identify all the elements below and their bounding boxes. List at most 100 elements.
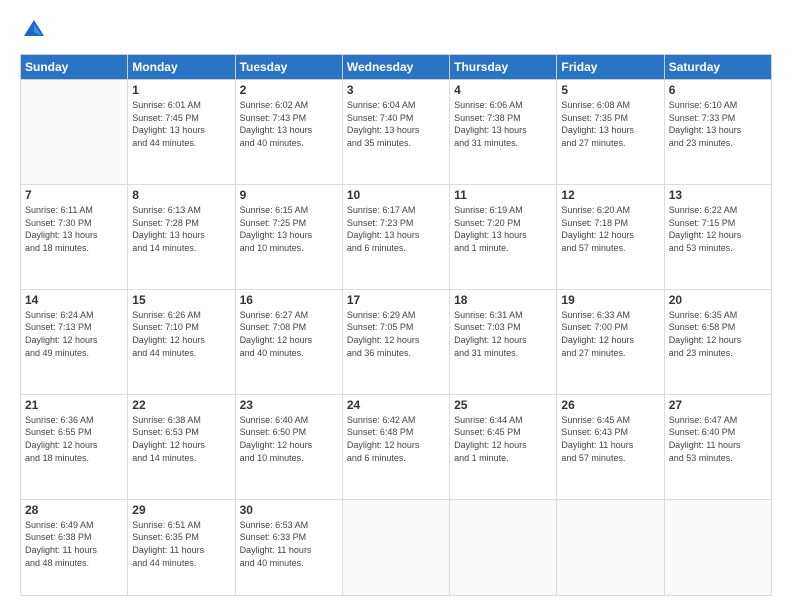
calendar-week-row: 14Sunrise: 6:24 AMSunset: 7:13 PMDayligh…	[21, 289, 772, 394]
day-info: Sunrise: 6:27 AMSunset: 7:08 PMDaylight:…	[240, 309, 338, 359]
calendar-cell: 9 Sunrise: 6:15 AMSunset: 7:25 PMDaylight…	[235, 184, 342, 289]
calendar-cell: 18 Sunrise: 6:31 AMSunset: 7:03 PMDayligh…	[450, 289, 557, 394]
calendar-table: SundayMondayTuesdayWednesdayThursdayFrid…	[20, 54, 772, 596]
day-info: Sunrise: 6:11 AMSunset: 7:30 PMDaylight:…	[25, 204, 123, 254]
col-header-monday: Monday	[128, 55, 235, 80]
day-info: Sunrise: 6:20 AMSunset: 7:18 PMDaylight:…	[561, 204, 659, 254]
day-number: 21	[25, 398, 123, 412]
day-number: 15	[132, 293, 230, 307]
day-info: Sunrise: 6:45 AMSunset: 6:43 PMDaylight:…	[561, 414, 659, 464]
calendar-cell: 2 Sunrise: 6:02 AMSunset: 7:43 PMDaylight…	[235, 80, 342, 185]
day-number: 11	[454, 188, 552, 202]
calendar-cell: 27 Sunrise: 6:47 AMSunset: 6:40 PMDayligh…	[664, 394, 771, 499]
day-info: Sunrise: 6:10 AMSunset: 7:33 PMDaylight:…	[669, 99, 767, 149]
day-number: 23	[240, 398, 338, 412]
calendar-cell: 23 Sunrise: 6:40 AMSunset: 6:50 PMDayligh…	[235, 394, 342, 499]
day-info: Sunrise: 6:02 AMSunset: 7:43 PMDaylight:…	[240, 99, 338, 149]
day-number: 2	[240, 83, 338, 97]
calendar-cell: 24 Sunrise: 6:42 AMSunset: 6:48 PMDayligh…	[342, 394, 449, 499]
calendar-cell: 12 Sunrise: 6:20 AMSunset: 7:18 PMDayligh…	[557, 184, 664, 289]
calendar-cell	[21, 80, 128, 185]
day-number: 20	[669, 293, 767, 307]
day-number: 18	[454, 293, 552, 307]
day-number: 14	[25, 293, 123, 307]
calendar-cell: 20 Sunrise: 6:35 AMSunset: 6:58 PMDayligh…	[664, 289, 771, 394]
day-info: Sunrise: 6:47 AMSunset: 6:40 PMDaylight:…	[669, 414, 767, 464]
day-info: Sunrise: 6:51 AMSunset: 6:35 PMDaylight:…	[132, 519, 230, 569]
day-info: Sunrise: 6:38 AMSunset: 6:53 PMDaylight:…	[132, 414, 230, 464]
day-number: 12	[561, 188, 659, 202]
calendar-cell: 30 Sunrise: 6:53 AMSunset: 6:33 PMDayligh…	[235, 499, 342, 595]
day-number: 17	[347, 293, 445, 307]
day-info: Sunrise: 6:08 AMSunset: 7:35 PMDaylight:…	[561, 99, 659, 149]
day-number: 24	[347, 398, 445, 412]
calendar-cell: 1 Sunrise: 6:01 AMSunset: 7:45 PMDaylight…	[128, 80, 235, 185]
calendar-cell: 16 Sunrise: 6:27 AMSunset: 7:08 PMDayligh…	[235, 289, 342, 394]
calendar-cell: 13 Sunrise: 6:22 AMSunset: 7:15 PMDayligh…	[664, 184, 771, 289]
col-header-tuesday: Tuesday	[235, 55, 342, 80]
day-number: 25	[454, 398, 552, 412]
calendar-week-row: 21 Sunrise: 6:36 AMSunset: 6:55 PMDayligh…	[21, 394, 772, 499]
calendar-cell	[664, 499, 771, 595]
calendar-header-row: SundayMondayTuesdayWednesdayThursdayFrid…	[21, 55, 772, 80]
day-number: 13	[669, 188, 767, 202]
calendar-cell: 17 Sunrise: 6:29 AMSunset: 7:05 PMDayligh…	[342, 289, 449, 394]
day-info: Sunrise: 6:53 AMSunset: 6:33 PMDaylight:…	[240, 519, 338, 569]
col-header-sunday: Sunday	[21, 55, 128, 80]
day-info: Sunrise: 6:13 AMSunset: 7:28 PMDaylight:…	[132, 204, 230, 254]
day-info: Sunrise: 6:35 AMSunset: 6:58 PMDaylight:…	[669, 309, 767, 359]
calendar-week-row: 1 Sunrise: 6:01 AMSunset: 7:45 PMDaylight…	[21, 80, 772, 185]
calendar-cell: 10 Sunrise: 6:17 AMSunset: 7:23 PMDayligh…	[342, 184, 449, 289]
day-info: Sunrise: 6:26 AMSunset: 7:10 PMDaylight:…	[132, 309, 230, 359]
day-info: Sunrise: 6:01 AMSunset: 7:45 PMDaylight:…	[132, 99, 230, 149]
day-info: Sunrise: 6:49 AMSunset: 6:38 PMDaylight:…	[25, 519, 123, 569]
day-info: Sunrise: 6:44 AMSunset: 6:45 PMDaylight:…	[454, 414, 552, 464]
calendar-cell: 21 Sunrise: 6:36 AMSunset: 6:55 PMDayligh…	[21, 394, 128, 499]
calendar-cell: 6 Sunrise: 6:10 AMSunset: 7:33 PMDaylight…	[664, 80, 771, 185]
calendar-cell: 11 Sunrise: 6:19 AMSunset: 7:20 PMDayligh…	[450, 184, 557, 289]
day-info: Sunrise: 6:33 AMSunset: 7:00 PMDaylight:…	[561, 309, 659, 359]
day-number: 10	[347, 188, 445, 202]
day-info: Sunrise: 6:42 AMSunset: 6:48 PMDaylight:…	[347, 414, 445, 464]
day-number: 8	[132, 188, 230, 202]
calendar-cell: 5 Sunrise: 6:08 AMSunset: 7:35 PMDaylight…	[557, 80, 664, 185]
day-info: Sunrise: 6:40 AMSunset: 6:50 PMDaylight:…	[240, 414, 338, 464]
calendar-cell: 14Sunrise: 6:24 AMSunset: 7:13 PMDayligh…	[21, 289, 128, 394]
day-number: 4	[454, 83, 552, 97]
day-number: 9	[240, 188, 338, 202]
calendar-cell: 19 Sunrise: 6:33 AMSunset: 7:00 PMDayligh…	[557, 289, 664, 394]
day-number: 30	[240, 503, 338, 517]
logo-icon	[20, 16, 48, 44]
page: SundayMondayTuesdayWednesdayThursdayFrid…	[0, 0, 792, 612]
calendar-cell: 7Sunrise: 6:11 AMSunset: 7:30 PMDaylight…	[21, 184, 128, 289]
day-info: Sunrise: 6:04 AMSunset: 7:40 PMDaylight:…	[347, 99, 445, 149]
day-info: Sunrise: 6:19 AMSunset: 7:20 PMDaylight:…	[454, 204, 552, 254]
day-number: 26	[561, 398, 659, 412]
day-number: 5	[561, 83, 659, 97]
calendar-cell: 4Sunrise: 6:06 AMSunset: 7:38 PMDaylight…	[450, 80, 557, 185]
calendar-cell: 28Sunrise: 6:49 AMSunset: 6:38 PMDayligh…	[21, 499, 128, 595]
day-info: Sunrise: 6:17 AMSunset: 7:23 PMDaylight:…	[347, 204, 445, 254]
day-number: 27	[669, 398, 767, 412]
calendar-cell: 3Sunrise: 6:04 AMSunset: 7:40 PMDaylight…	[342, 80, 449, 185]
day-number: 19	[561, 293, 659, 307]
col-header-thursday: Thursday	[450, 55, 557, 80]
day-info: Sunrise: 6:15 AMSunset: 7:25 PMDaylight:…	[240, 204, 338, 254]
col-header-saturday: Saturday	[664, 55, 771, 80]
calendar-cell: 22 Sunrise: 6:38 AMSunset: 6:53 PMDayligh…	[128, 394, 235, 499]
day-number: 22	[132, 398, 230, 412]
header	[20, 16, 772, 44]
day-number: 29	[132, 503, 230, 517]
day-info: Sunrise: 6:29 AMSunset: 7:05 PMDaylight:…	[347, 309, 445, 359]
day-number: 16	[240, 293, 338, 307]
col-header-wednesday: Wednesday	[342, 55, 449, 80]
col-header-friday: Friday	[557, 55, 664, 80]
day-info: Sunrise: 6:36 AMSunset: 6:55 PMDaylight:…	[25, 414, 123, 464]
calendar-week-row: 7Sunrise: 6:11 AMSunset: 7:30 PMDaylight…	[21, 184, 772, 289]
day-info: Sunrise: 6:31 AMSunset: 7:03 PMDaylight:…	[454, 309, 552, 359]
day-info: Sunrise: 6:22 AMSunset: 7:15 PMDaylight:…	[669, 204, 767, 254]
calendar-cell: 8 Sunrise: 6:13 AMSunset: 7:28 PMDaylight…	[128, 184, 235, 289]
day-number: 1	[132, 83, 230, 97]
day-number: 6	[669, 83, 767, 97]
calendar-cell: 15 Sunrise: 6:26 AMSunset: 7:10 PMDayligh…	[128, 289, 235, 394]
